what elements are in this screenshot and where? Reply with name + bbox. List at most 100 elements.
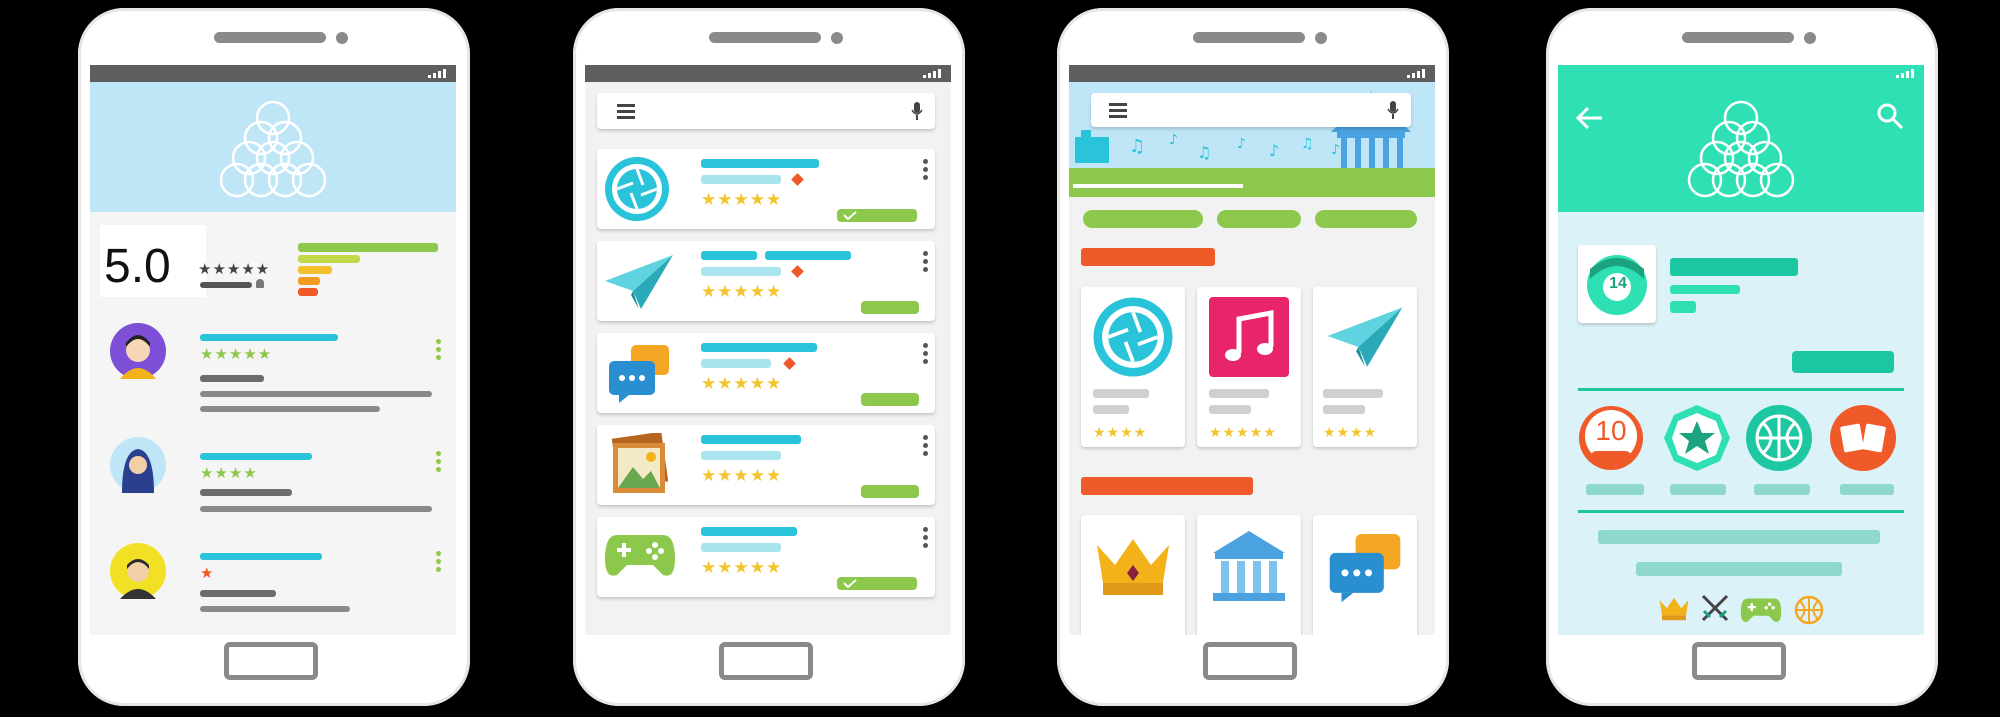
badge-icon bbox=[783, 357, 796, 370]
app-title-bar bbox=[701, 435, 801, 444]
description-bar bbox=[1636, 562, 1842, 576]
app-subtitle-bar bbox=[1323, 405, 1365, 414]
back-arrow-icon[interactable] bbox=[1574, 106, 1604, 130]
badge-label-bar bbox=[1754, 484, 1810, 495]
paper-plane-icon bbox=[1327, 307, 1403, 367]
app-list-item[interactable]: ★★★★★ bbox=[597, 149, 935, 229]
install-button[interactable] bbox=[861, 393, 919, 406]
app-title-bar bbox=[1670, 258, 1798, 276]
user-icon bbox=[256, 279, 264, 288]
app-tile[interactable]: ★★★★ bbox=[1081, 287, 1185, 447]
svg-text:♪: ♪ bbox=[1169, 132, 1178, 148]
app-title-bar bbox=[765, 251, 851, 260]
category-chip[interactable] bbox=[1217, 210, 1301, 228]
signal-icon bbox=[1407, 69, 1425, 78]
app-stars: ★★★★ bbox=[1323, 424, 1378, 440]
install-button[interactable] bbox=[861, 485, 919, 498]
home-button[interactable] bbox=[1692, 642, 1786, 680]
app-tile[interactable] bbox=[1313, 515, 1417, 635]
home-button[interactable] bbox=[224, 642, 318, 680]
installed-button[interactable] bbox=[837, 577, 917, 590]
app-subtitle-bar bbox=[1093, 405, 1129, 414]
app-tile[interactable] bbox=[1081, 515, 1185, 635]
crossed-swords-icon bbox=[1701, 594, 1729, 622]
status-bar bbox=[1069, 65, 1435, 82]
search-bar[interactable] bbox=[1091, 93, 1411, 127]
section-header-bar bbox=[1081, 477, 1253, 495]
status-bar bbox=[585, 65, 951, 82]
phone-ratings: 5.0 ★★★★★ ★★★★★ ★★★★ ★ bbox=[78, 8, 470, 706]
more-options-icon[interactable] bbox=[923, 159, 929, 183]
basketball-icon bbox=[1794, 595, 1824, 625]
chat-bubbles-icon bbox=[1329, 534, 1401, 603]
avatar bbox=[110, 437, 166, 493]
microphone-icon[interactable] bbox=[1387, 101, 1399, 119]
description-bar bbox=[1598, 530, 1880, 544]
review-text-bar bbox=[200, 391, 432, 397]
app-stars: ★★★★★ bbox=[701, 282, 783, 301]
phone-app-list: ★★★★★ ★★★★★ ★★★★★ ★★★★★ ★★★★★ bbox=[573, 8, 965, 706]
reviewer-name-bar bbox=[200, 553, 322, 560]
app-header bbox=[90, 82, 456, 212]
screen: ♫ ♪ ♫ ♪ ♪ ♫ ♪ ★★★★ ★★★★★ ★★★★ bbox=[1069, 65, 1435, 635]
more-options-icon[interactable] bbox=[923, 343, 929, 367]
review-title-bar bbox=[200, 375, 264, 382]
category-chip[interactable] bbox=[1083, 210, 1203, 228]
app-stars: ★★★★★ bbox=[701, 190, 783, 209]
more-options-icon[interactable] bbox=[923, 435, 929, 459]
app-list-item[interactable]: ★★★★★ bbox=[597, 333, 935, 413]
more-options-icon[interactable] bbox=[436, 451, 442, 475]
rating-summary: 5.0 bbox=[100, 225, 206, 297]
more-options-icon[interactable] bbox=[923, 527, 929, 551]
app-list-item[interactable]: ★★★★★ bbox=[597, 517, 935, 597]
review-stars: ★★★★ bbox=[200, 465, 258, 482]
hist-bar-4 bbox=[298, 255, 360, 263]
ball-number: 14 bbox=[1609, 275, 1627, 292]
app-icon-card: 14 bbox=[1578, 245, 1656, 323]
badge-icon bbox=[791, 265, 804, 278]
install-button[interactable] bbox=[1792, 351, 1894, 373]
hist-bar-2 bbox=[298, 277, 320, 285]
app-tile[interactable]: ★★★★★ bbox=[1197, 287, 1301, 447]
app-subtitle-bar bbox=[701, 543, 781, 552]
hist-bar-3 bbox=[298, 266, 332, 274]
hist-bar-5 bbox=[298, 243, 438, 252]
menu-icon[interactable] bbox=[1109, 103, 1127, 118]
front-camera bbox=[831, 32, 843, 44]
installed-button[interactable] bbox=[837, 209, 917, 222]
microphone-icon[interactable] bbox=[911, 102, 923, 120]
app-title-bar bbox=[701, 251, 757, 260]
front-camera bbox=[1804, 32, 1816, 44]
app-meta-bar bbox=[1670, 301, 1696, 313]
divider bbox=[1578, 388, 1904, 391]
search-bar[interactable] bbox=[597, 93, 935, 129]
menu-icon[interactable] bbox=[617, 104, 635, 119]
more-options-icon[interactable] bbox=[923, 251, 929, 275]
install-button[interactable] bbox=[861, 301, 919, 314]
photo-gallery-icon bbox=[611, 433, 669, 493]
app-tile[interactable]: ★★★★ bbox=[1313, 287, 1417, 447]
music-note-icon bbox=[1209, 297, 1289, 377]
achievement-number: 10 bbox=[1595, 415, 1627, 446]
more-options-icon[interactable] bbox=[436, 551, 442, 575]
more-options-icon[interactable] bbox=[436, 339, 442, 363]
app-tile[interactable] bbox=[1197, 515, 1301, 635]
app-list-item[interactable]: ★★★★★ bbox=[597, 425, 935, 505]
app-subtitle-bar bbox=[701, 359, 771, 368]
svg-text:♪: ♪ bbox=[1237, 136, 1246, 152]
cards-icon bbox=[1830, 405, 1896, 471]
svg-text:♪: ♪ bbox=[1331, 142, 1340, 158]
app-subtitle-bar bbox=[1209, 405, 1251, 414]
reviewer-name-bar bbox=[200, 334, 338, 341]
check-icon bbox=[843, 211, 857, 220]
home-button[interactable] bbox=[1203, 642, 1297, 680]
signal-icon bbox=[1896, 69, 1914, 78]
category-chip[interactable] bbox=[1315, 210, 1417, 228]
camera-aperture-icon bbox=[605, 157, 669, 221]
search-icon[interactable] bbox=[1876, 102, 1904, 130]
app-list-item[interactable]: ★★★★★ bbox=[597, 241, 935, 321]
status-bar bbox=[1558, 65, 1924, 82]
home-button[interactable] bbox=[719, 642, 813, 680]
phone-app-detail: 14 10 bbox=[1546, 8, 1938, 706]
front-camera bbox=[1315, 32, 1327, 44]
